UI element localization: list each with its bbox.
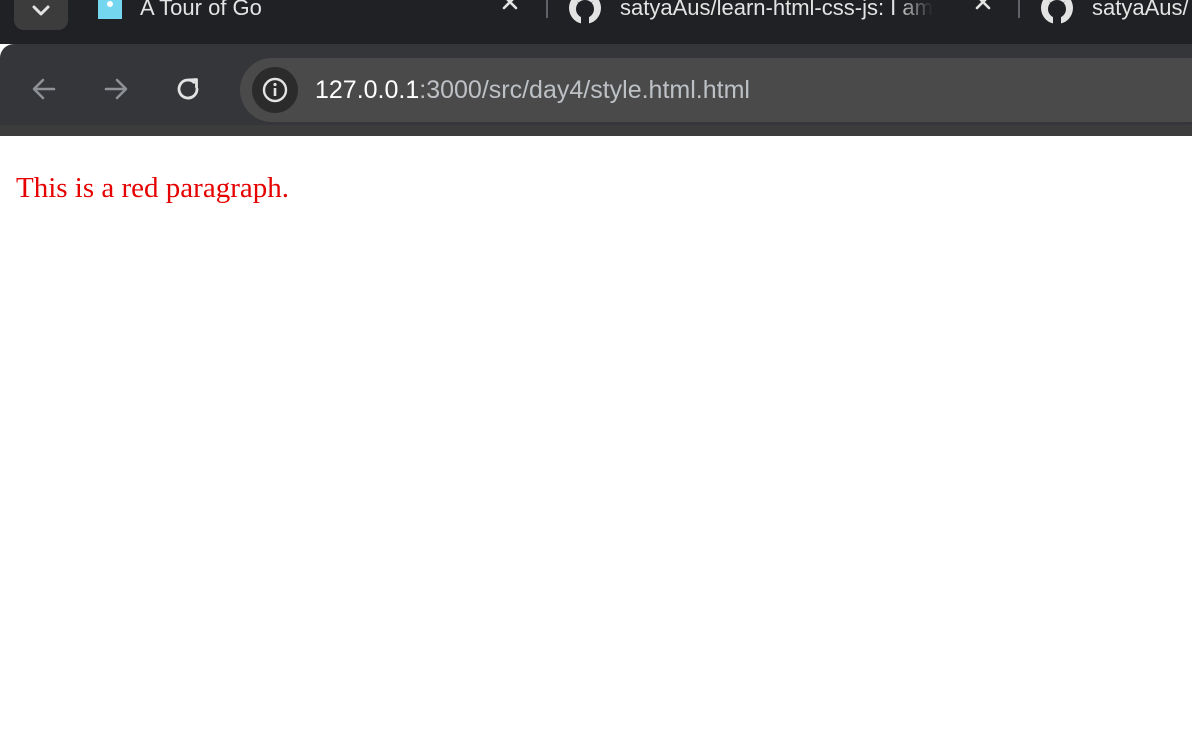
tab-github-learn-html-css-js[interactable]: satyaAus/learn-html-css-js: I am <box>568 0 950 28</box>
url-host: 127.0.0.1 <box>315 76 420 104</box>
reload-button[interactable] <box>170 71 206 107</box>
reload-icon <box>177 78 199 100</box>
info-icon <box>262 77 288 103</box>
red-paragraph: This is a red paragraph. <box>16 172 289 204</box>
tab-strip: A Tour of Go satyaAus/learn-html-css-js:… <box>0 0 1192 44</box>
toolbar-bottom-strip <box>0 125 1192 136</box>
tab-separator <box>546 0 548 18</box>
tab-title: satyaAus/learn-html-css-js: I am <box>620 0 933 20</box>
close-icon[interactable] <box>499 0 521 13</box>
tab-title: satyaAus/ <box>1092 0 1189 20</box>
go-gopher-icon <box>98 0 122 19</box>
address-bar[interactable]: 127.0.0.1:3000/src/day4/style.html.html <box>240 58 1192 122</box>
github-icon <box>1041 0 1073 25</box>
tab-title: A Tour of Go <box>140 0 262 20</box>
url-text[interactable]: 127.0.0.1:3000/src/day4/style.html.html <box>315 58 750 122</box>
arrow-right-icon <box>104 78 128 100</box>
github-icon <box>569 0 601 25</box>
tab-a-tour-of-go[interactable]: A Tour of Go <box>98 0 428 28</box>
tab-github-satyaaus[interactable]: satyaAus/ <box>1040 0 1192 28</box>
tab-separator <box>1018 0 1020 18</box>
close-icon[interactable] <box>972 0 994 13</box>
forward-button[interactable] <box>98 71 134 107</box>
browser-toolbar: 127.0.0.1:3000/src/day4/style.html.html <box>0 44 1192 136</box>
url-path: :3000/src/day4/style.html.html <box>419 76 750 104</box>
browser-window: A Tour of Go satyaAus/learn-html-css-js:… <box>0 0 1192 732</box>
site-info-button[interactable] <box>252 67 298 113</box>
page-viewport: This is a red paragraph. <box>0 136 1192 732</box>
tab-search-button[interactable] <box>14 0 68 30</box>
back-button[interactable] <box>26 71 62 107</box>
arrow-left-icon <box>32 78 56 100</box>
chevron-down-icon <box>32 5 50 16</box>
